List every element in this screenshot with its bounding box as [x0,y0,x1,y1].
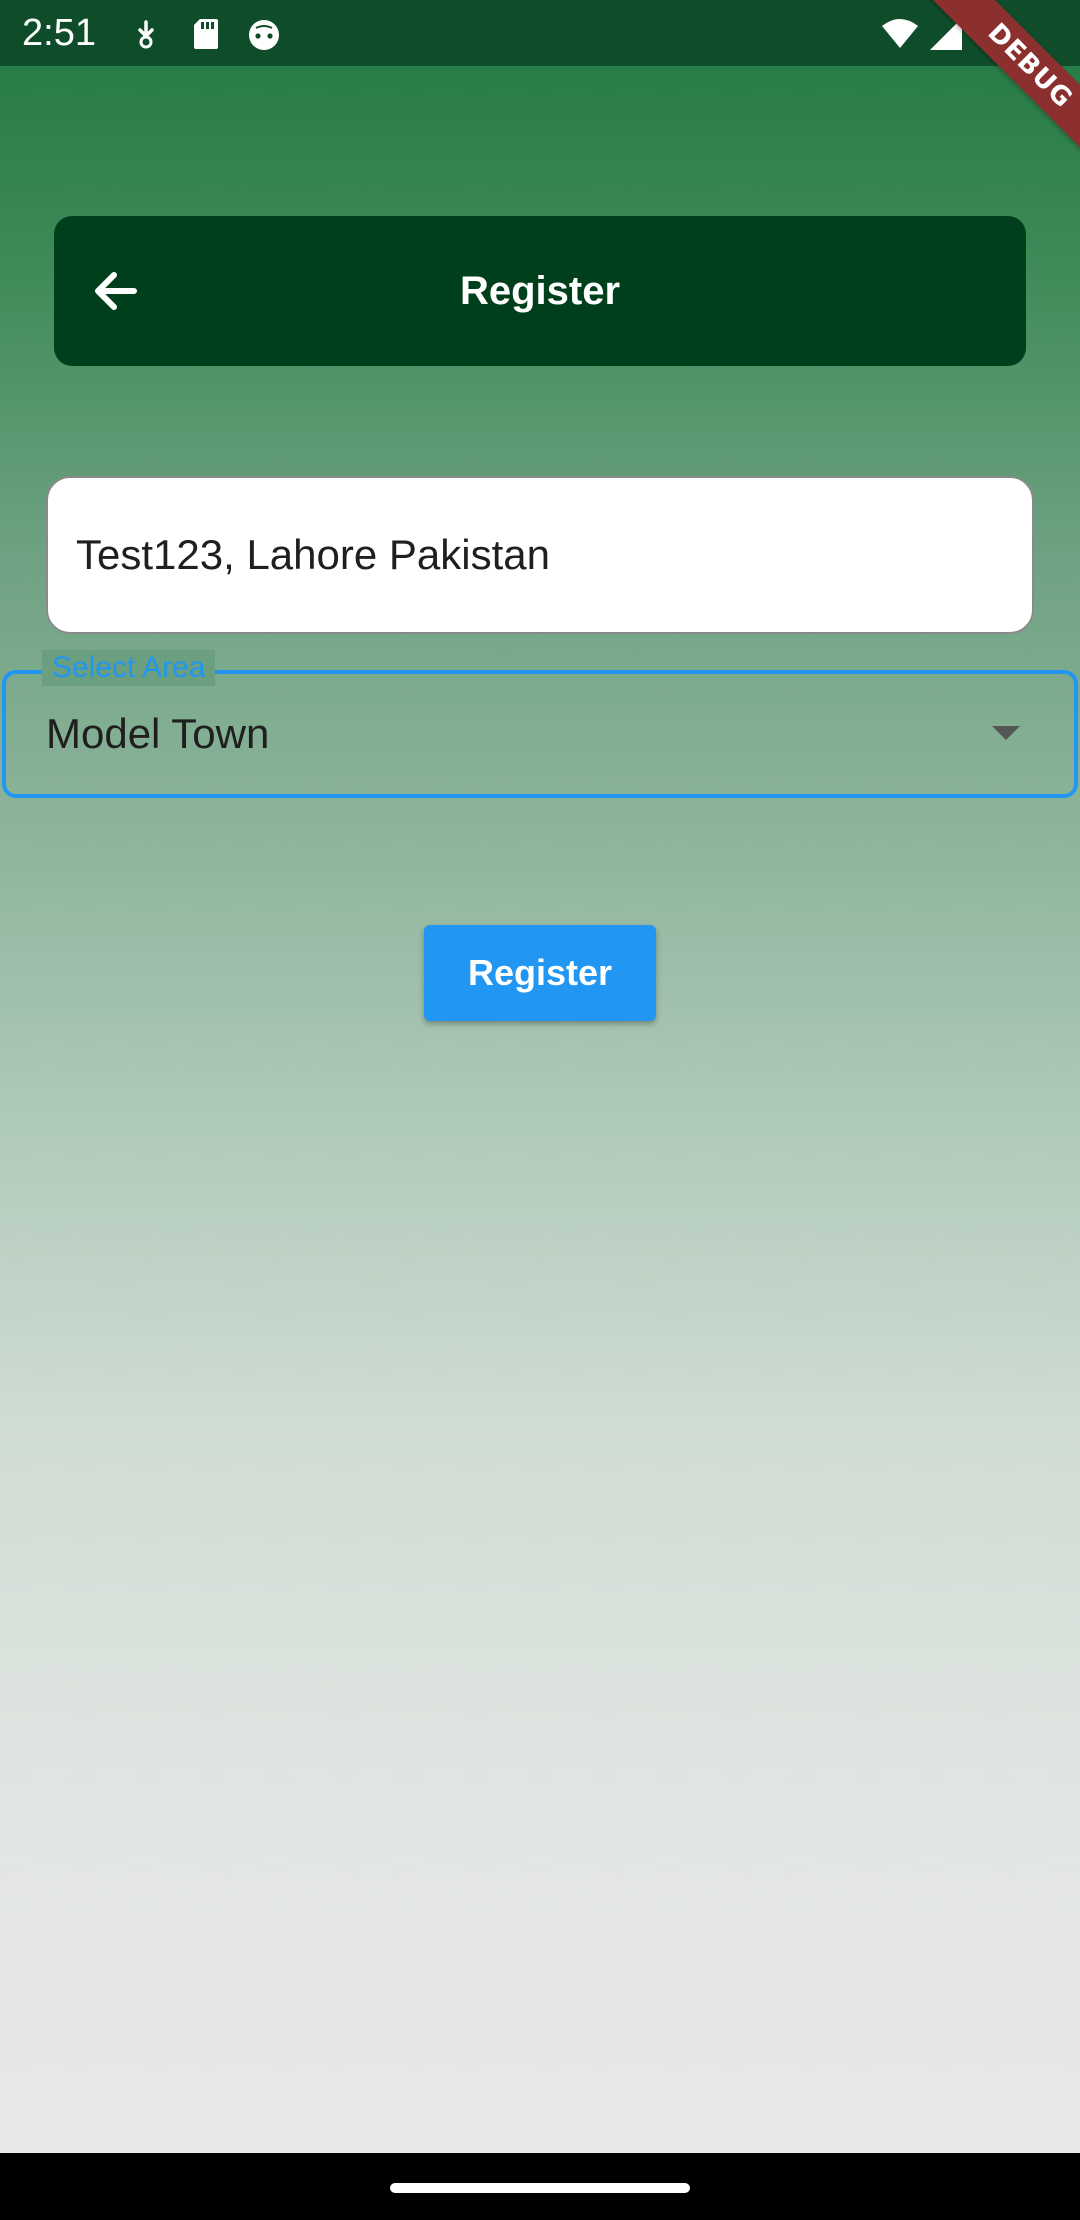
wifi-icon [880,14,920,54]
android-face-icon [244,14,284,54]
app-bar: Register [54,216,1026,366]
home-indicator[interactable] [390,2183,690,2193]
download-icon [126,14,166,54]
area-select-value: Model Town [46,710,270,757]
status-bar: 2:51 [0,0,1080,66]
register-button[interactable]: Register [424,925,656,1021]
sd-card-icon [186,14,226,54]
page-title: Register [459,269,621,313]
dropdown-arrow-icon [992,726,1020,740]
area-select[interactable]: Select Area Model Town [2,650,1078,798]
status-time: 2:51 [22,12,96,54]
address-input[interactable] [46,476,1034,634]
navigation-bar [0,2153,1080,2220]
